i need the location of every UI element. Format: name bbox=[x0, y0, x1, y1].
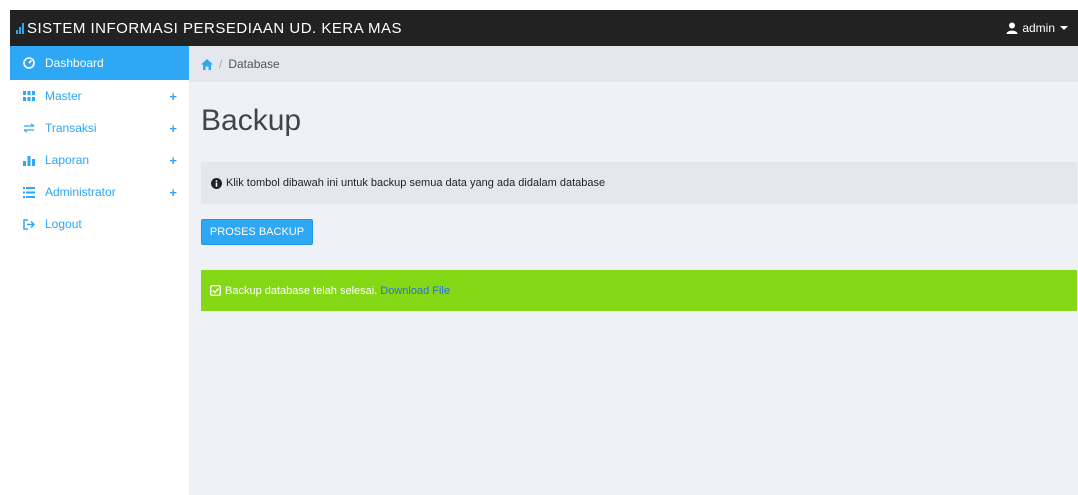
sidebar-item-laporan[interactable]: Laporan + bbox=[10, 144, 189, 176]
sidebar-item-label: Logout bbox=[45, 217, 82, 231]
signal-bars-icon bbox=[16, 22, 25, 34]
success-text: Backup database telah selesai. bbox=[225, 284, 378, 297]
list-icon bbox=[21, 185, 37, 199]
dashboard-icon bbox=[21, 56, 37, 70]
brand[interactable]: SISTEM INFORMASI PERSEDIAAN UD. KERA MAS bbox=[10, 20, 402, 37]
breadcrumb-current: Database bbox=[228, 57, 280, 71]
page-title: Backup bbox=[201, 104, 302, 137]
sidebar: Dashboard Master + Transaksi + Laporan + bbox=[10, 46, 189, 495]
sidebar-item-logout[interactable]: Logout bbox=[10, 208, 189, 240]
caret-down-icon bbox=[1060, 26, 1068, 30]
check-square-icon bbox=[210, 285, 221, 296]
grid-icon bbox=[21, 89, 37, 103]
expand-icon[interactable]: + bbox=[169, 185, 177, 200]
expand-icon[interactable]: + bbox=[169, 121, 177, 136]
top-navbar: SISTEM INFORMASI PERSEDIAAN UD. KERA MAS… bbox=[10, 10, 1078, 46]
main-content: / Database Backup Klik tombol dibawah in… bbox=[189, 46, 1078, 495]
sidebar-item-master[interactable]: Master + bbox=[10, 80, 189, 112]
page: SISTEM INFORMASI PERSEDIAAN UD. KERA MAS… bbox=[0, 0, 1078, 495]
user-menu[interactable]: admin bbox=[1006, 21, 1078, 35]
sidebar-item-label: Master bbox=[45, 89, 82, 103]
exchange-icon bbox=[21, 121, 37, 135]
info-alert: Klik tombol dibawah ini untuk backup sem… bbox=[201, 162, 1077, 204]
sidebar-item-label: Administrator bbox=[45, 185, 116, 199]
sidebar-item-label: Laporan bbox=[45, 153, 90, 167]
bar-chart-icon bbox=[21, 153, 37, 167]
breadcrumb-separator: / bbox=[219, 57, 223, 71]
user-name: admin bbox=[1022, 21, 1055, 35]
logout-icon bbox=[21, 217, 37, 231]
download-file-link[interactable]: Download File bbox=[380, 285, 450, 297]
user-icon bbox=[1006, 22, 1018, 34]
expand-icon[interactable]: + bbox=[169, 89, 177, 104]
expand-icon[interactable]: + bbox=[169, 153, 177, 168]
app-title: SISTEM INFORMASI PERSEDIAAN UD. KERA MAS bbox=[27, 19, 403, 37]
sidebar-item-transaksi[interactable]: Transaksi + bbox=[10, 112, 189, 144]
proses-backup-button[interactable]: PROSES BACKUP bbox=[201, 219, 313, 245]
info-text: Klik tombol dibawah ini untuk backup sem… bbox=[226, 177, 606, 189]
info-icon bbox=[211, 177, 222, 189]
sidebar-item-label: Transaksi bbox=[45, 121, 97, 135]
sidebar-item-administrator[interactable]: Administrator + bbox=[10, 176, 189, 208]
sidebar-item-dashboard[interactable]: Dashboard bbox=[10, 46, 189, 80]
breadcrumb: / Database bbox=[189, 46, 1078, 82]
home-icon[interactable] bbox=[201, 58, 213, 70]
sidebar-item-label: Dashboard bbox=[45, 56, 104, 70]
success-alert: Backup database telah selesai. Download … bbox=[201, 270, 1077, 311]
